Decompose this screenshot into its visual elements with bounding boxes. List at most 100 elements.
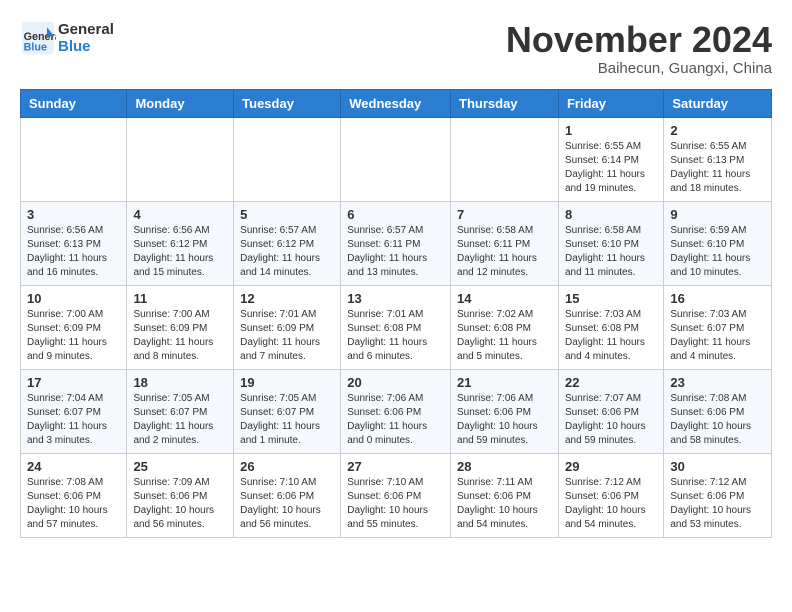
cell-content: Sunrise: 6:58 AMSunset: 6:10 PMDaylight:… [565,224,657,280]
logo: General Blue General Blue [20,20,114,56]
col-header-tuesday: Tuesday [234,89,341,117]
cell-content: Sunrise: 6:59 AMSunset: 6:10 PMDaylight:… [670,224,765,280]
calendar-cell: 16Sunrise: 7:03 AMSunset: 6:07 PMDayligh… [664,285,772,369]
col-header-sunday: Sunday [21,89,127,117]
day-number: 29 [565,459,657,474]
day-number: 14 [457,291,552,306]
logo-icon: General Blue [20,20,56,56]
day-number: 2 [670,123,765,138]
day-number: 15 [565,291,657,306]
calendar-cell: 8 Sunrise: 6:58 AMSunset: 6:10 PMDaylight… [558,201,663,285]
header-row: SundayMondayTuesdayWednesdayThursdayFrid… [21,89,772,117]
cell-content: Sunrise: 7:06 AMSunset: 6:06 PMDaylight:… [347,392,444,448]
location: Baihecun, Guangxi, China [506,60,772,77]
cell-content: Sunrise: 7:12 AMSunset: 6:06 PMDaylight:… [670,476,765,532]
logo-general: General [58,21,114,38]
calendar-cell: 5 Sunrise: 6:57 AMSunset: 6:12 PMDaylight… [234,201,341,285]
day-number: 11 [133,291,227,306]
cell-content: Sunrise: 7:08 AMSunset: 6:06 PMDaylight:… [670,392,765,448]
calendar-cell: 15 Sunrise: 7:03 AMSunset: 6:08 PMDayligh… [558,285,663,369]
cell-content: Sunrise: 7:05 AMSunset: 6:07 PMDaylight:… [133,392,227,448]
col-header-friday: Friday [558,89,663,117]
calendar-cell: 29 Sunrise: 7:12 AMSunset: 6:06 PMDayligh… [558,453,663,537]
day-number: 10 [27,291,120,306]
calendar-cell: 2 Sunrise: 6:55 AMSunset: 6:13 PMDaylight… [664,117,772,201]
calendar-cell: 10Sunrise: 7:00 AMSunset: 6:09 PMDayligh… [21,285,127,369]
week-row: 17 Sunrise: 7:04 AMSunset: 6:07 PMDayligh… [21,369,772,453]
cell-content: Sunrise: 7:11 AMSunset: 6:06 PMDaylight:… [457,476,552,532]
cell-content: Sunrise: 6:55 AMSunset: 6:13 PMDaylight:… [670,140,765,196]
cell-content: Sunrise: 7:03 AMSunset: 6:08 PMDaylight:… [565,308,657,364]
cell-content: Sunrise: 7:12 AMSunset: 6:06 PMDaylight:… [565,476,657,532]
title-block: November 2024 Baihecun, Guangxi, China [506,20,772,77]
calendar-cell: 24 Sunrise: 7:08 AMSunset: 6:06 PMDayligh… [21,453,127,537]
calendar-cell [451,117,559,201]
calendar-cell: 19Sunrise: 7:05 AMSunset: 6:07 PMDayligh… [234,369,341,453]
calendar-cell: 13Sunrise: 7:01 AMSunset: 6:08 PMDayligh… [341,285,451,369]
day-number: 9 [670,207,765,222]
calendar-cell: 23 Sunrise: 7:08 AMSunset: 6:06 PMDayligh… [664,369,772,453]
day-number: 19 [240,375,334,390]
week-row: 1 Sunrise: 6:55 AMSunset: 6:14 PMDaylight… [21,117,772,201]
page: General Blue General Blue November 2024 … [0,0,792,548]
calendar-cell: 4Sunrise: 6:56 AMSunset: 6:12 PMDaylight… [127,201,234,285]
month-title: November 2024 [506,20,772,60]
cell-content: Sunrise: 7:06 AMSunset: 6:06 PMDaylight:… [457,392,552,448]
day-number: 21 [457,375,552,390]
calendar-cell: 6Sunrise: 6:57 AMSunset: 6:11 PMDaylight… [341,201,451,285]
col-header-thursday: Thursday [451,89,559,117]
cell-content: Sunrise: 6:56 AMSunset: 6:13 PMDaylight:… [27,224,120,280]
day-number: 12 [240,291,334,306]
week-row: 10 Sunrise: 7:00 AMSunset: 6:09 PMDayligh… [21,285,772,369]
day-number: 18 [133,375,227,390]
day-number: 26 [240,459,334,474]
calendar-cell: 11 Sunrise: 7:00 AMSunset: 6:09 PMDayligh… [127,285,234,369]
cell-content: Sunrise: 7:01 AMSunset: 6:08 PMDaylight:… [347,308,444,364]
calendar-cell: 25Sunrise: 7:09 AMSunset: 6:06 PMDayligh… [127,453,234,537]
cell-content: Sunrise: 7:10 AMSunset: 6:06 PMDaylight:… [347,476,444,532]
week-row: 24 Sunrise: 7:08 AMSunset: 6:06 PMDayligh… [21,453,772,537]
calendar-cell: 18 Sunrise: 7:05 AMSunset: 6:07 PMDayligh… [127,369,234,453]
calendar-cell: 20 Sunrise: 7:06 AMSunset: 6:06 PMDayligh… [341,369,451,453]
cell-content: Sunrise: 7:10 AMSunset: 6:06 PMDaylight:… [240,476,334,532]
calendar-cell: 22Sunrise: 7:07 AMSunset: 6:06 PMDayligh… [558,369,663,453]
calendar-cell: 26 Sunrise: 7:10 AMSunset: 6:06 PMDayligh… [234,453,341,537]
cell-content: Sunrise: 7:09 AMSunset: 6:06 PMDaylight:… [133,476,227,532]
day-number: 22 [565,375,657,390]
day-number: 8 [565,207,657,222]
calendar-cell [234,117,341,201]
day-number: 30 [670,459,765,474]
day-number: 24 [27,459,120,474]
calendar-cell: 21 Sunrise: 7:06 AMSunset: 6:06 PMDayligh… [451,369,559,453]
day-number: 17 [27,375,120,390]
calendar-cell: 3 Sunrise: 6:56 AMSunset: 6:13 PMDaylight… [21,201,127,285]
calendar-cell: 12 Sunrise: 7:01 AMSunset: 6:09 PMDayligh… [234,285,341,369]
cell-content: Sunrise: 6:57 AMSunset: 6:12 PMDaylight:… [240,224,334,280]
day-number: 5 [240,207,334,222]
day-number: 20 [347,375,444,390]
cell-content: Sunrise: 7:08 AMSunset: 6:06 PMDaylight:… [27,476,120,532]
col-header-wednesday: Wednesday [341,89,451,117]
calendar-cell [21,117,127,201]
cell-content: Sunrise: 6:56 AMSunset: 6:12 PMDaylight:… [133,224,227,280]
cell-content: Sunrise: 6:58 AMSunset: 6:11 PMDaylight:… [457,224,552,280]
day-number: 7 [457,207,552,222]
day-number: 23 [670,375,765,390]
calendar-cell: 30 Sunrise: 7:12 AMSunset: 6:06 PMDayligh… [664,453,772,537]
col-header-saturday: Saturday [664,89,772,117]
day-number: 16 [670,291,765,306]
day-number: 1 [565,123,657,138]
cell-content: Sunrise: 6:57 AMSunset: 6:11 PMDaylight:… [347,224,444,280]
day-number: 27 [347,459,444,474]
cell-content: Sunrise: 6:55 AMSunset: 6:14 PMDaylight:… [565,140,657,196]
calendar-cell: 1 Sunrise: 6:55 AMSunset: 6:14 PMDaylight… [558,117,663,201]
cell-content: Sunrise: 7:02 AMSunset: 6:08 PMDaylight:… [457,308,552,364]
week-row: 3 Sunrise: 6:56 AMSunset: 6:13 PMDaylight… [21,201,772,285]
calendar-cell: 14 Sunrise: 7:02 AMSunset: 6:08 PMDayligh… [451,285,559,369]
cell-content: Sunrise: 7:00 AMSunset: 6:09 PMDaylight:… [133,308,227,364]
svg-text:Blue: Blue [24,42,47,54]
cell-content: Sunrise: 7:01 AMSunset: 6:09 PMDaylight:… [240,308,334,364]
day-number: 3 [27,207,120,222]
cell-content: Sunrise: 7:04 AMSunset: 6:07 PMDaylight:… [27,392,120,448]
calendar-cell: 28Sunrise: 7:11 AMSunset: 6:06 PMDayligh… [451,453,559,537]
